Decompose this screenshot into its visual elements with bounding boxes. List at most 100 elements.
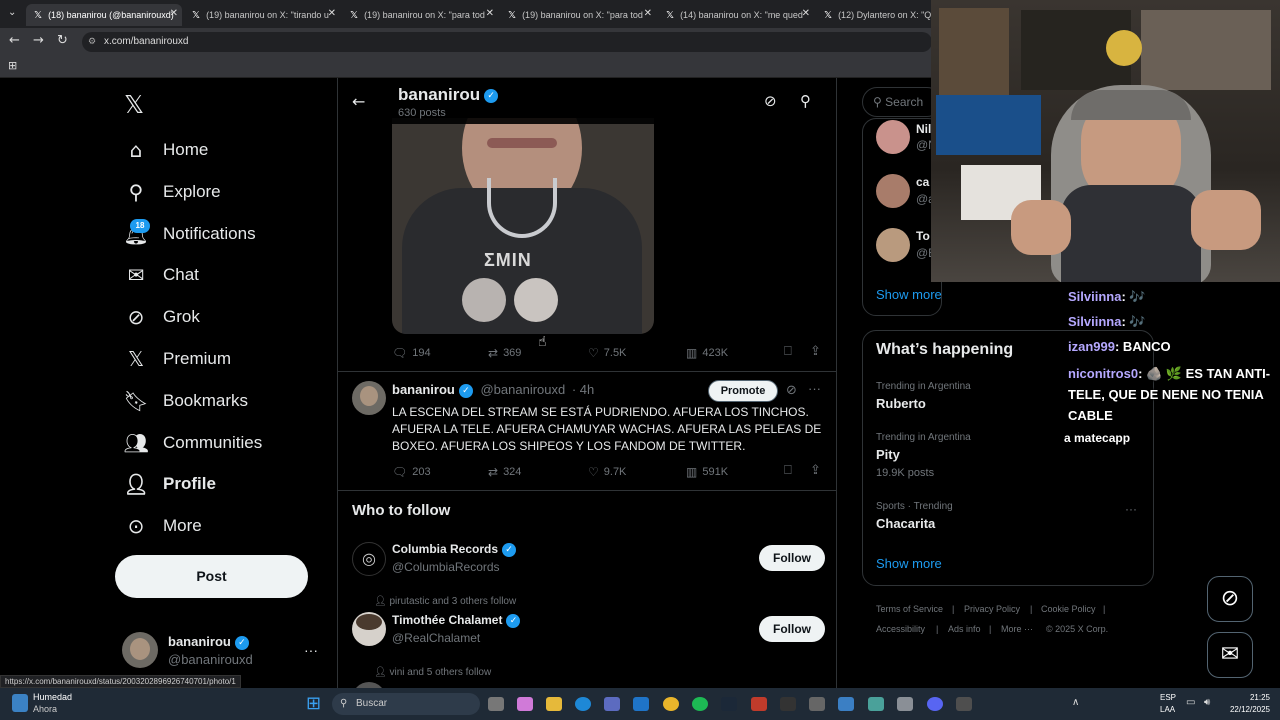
outlook-icon[interactable] (633, 697, 649, 711)
avatar[interactable] (876, 228, 910, 262)
trend-name[interactable]: Chacarita (876, 516, 935, 531)
views-button[interactable]: ▥ 423K (686, 346, 728, 360)
tweet-author-handle[interactable]: @bananirouxd (480, 382, 565, 397)
weather-icon[interactable] (12, 694, 28, 712)
reply-button[interactable]: 🗨︎ 194 (392, 346, 431, 360)
avatar[interactable] (352, 381, 386, 415)
site-info-icon[interactable]: ⚙ (88, 32, 96, 52)
sidebar-item-communities[interactable]: 👥︎ Communities (123, 425, 262, 461)
share-icon[interactable]: ⇪ (810, 463, 821, 478)
app-icon[interactable] (838, 697, 854, 711)
privacy-link[interactable]: Privacy Policy (964, 604, 1020, 614)
weather-label[interactable]: Humedad (33, 692, 72, 702)
close-icon[interactable]: ✕ (802, 8, 810, 19)
x-logo-icon[interactable]: 𝕏 (124, 90, 152, 119)
suggestion-name[interactable]: ca (916, 175, 929, 189)
network-icon[interactable]: ▭ (1186, 697, 1195, 708)
trend-name[interactable]: Pity (876, 447, 900, 462)
show-more-link[interactable]: Show more (876, 556, 942, 571)
tab[interactable]: 𝕏 (14) bananirou on X: "me qued ✕ (658, 4, 814, 26)
grok-icon[interactable]: ⊘ (764, 92, 777, 110)
volume-icon[interactable]: 🔊︎ (1204, 697, 1210, 708)
account-name-row[interactable]: bananirou ✓ (168, 634, 249, 650)
app-icon[interactable] (809, 697, 825, 711)
taskbar-search[interactable]: ⚲ Buscar (332, 693, 480, 715)
sidebar-item-chat[interactable]: ✉ Chat (124, 257, 199, 293)
sidebar-item-grok[interactable]: ⊘ Grok (124, 299, 200, 335)
columbia-avatar[interactable]: ◎ (352, 542, 386, 576)
accessibility-link[interactable]: Accessibility (876, 624, 925, 634)
task-view-icon[interactable] (488, 697, 504, 711)
sidebar-item-bookmarks[interactable]: 🔖︎ Bookmarks (123, 383, 248, 419)
tweet-time[interactable]: · 4h (572, 382, 594, 397)
back-arrow-icon[interactable]: ← (352, 92, 365, 111)
app-icon[interactable] (780, 697, 796, 711)
windows-start-icon[interactable]: ⊞ (306, 694, 326, 714)
more-link[interactable]: More ··· (1001, 624, 1033, 634)
app-icon[interactable] (956, 697, 972, 711)
bookmark-icon[interactable]: ⎕ (784, 344, 792, 359)
close-icon[interactable]: ✕ (328, 8, 336, 19)
show-more-link[interactable]: Show more (876, 287, 942, 302)
settings-icon[interactable] (897, 697, 913, 711)
copilot-icon[interactable] (517, 697, 533, 711)
spotify-icon[interactable] (692, 697, 708, 711)
tab[interactable]: 𝕏 (19) bananirou on X: "para tod ✕ (342, 4, 498, 26)
bookmark-icon[interactable]: ⎕ (784, 463, 792, 478)
sidebar-item-more[interactable]: ⊙ More (124, 508, 202, 544)
app-icon[interactable] (751, 697, 767, 711)
clock-time[interactable]: 21:25 (1226, 693, 1270, 702)
trend-name[interactable]: Ruberto (876, 396, 926, 411)
avatar[interactable] (876, 174, 910, 208)
tab[interactable]: 𝕏 (19) bananirou on X: "para tod ✕ (500, 4, 656, 26)
tray-chevron-icon[interactable]: ∧ (1072, 697, 1079, 708)
close-icon[interactable]: ✕ (170, 8, 178, 19)
sidebar-item-premium[interactable]: 𝕏 Premium (124, 341, 231, 377)
trend-more-icon[interactable]: ··· (1125, 502, 1137, 516)
suggestion-name[interactable]: Nil (916, 122, 931, 136)
terms-link[interactable]: Terms of Service (876, 604, 943, 614)
grok-float-button[interactable]: ⊘ (1207, 576, 1253, 622)
account-more-icon[interactable]: ··· (304, 642, 318, 658)
app-icon[interactable] (868, 697, 884, 711)
like-button[interactable]: ♡ 9.7K (588, 465, 626, 479)
sidebar-item-explore[interactable]: ⚲ Explore (124, 174, 221, 210)
tab[interactable]: 𝕏 (12) Dylantero on X: "Que (816, 4, 931, 26)
messages-float-button[interactable]: ✉ (1207, 632, 1253, 678)
tweet-author-name[interactable]: bananirou (392, 382, 455, 397)
ads-info-link[interactable]: Ads info (948, 624, 981, 634)
avatar[interactable] (876, 120, 910, 154)
search-input[interactable]: ⚲ Search (862, 87, 942, 117)
post-button[interactable]: Post (115, 555, 308, 598)
forward-icon[interactable]: → (33, 33, 44, 48)
share-icon[interactable]: ⇪ (810, 344, 821, 359)
close-icon[interactable]: ✕ (644, 8, 652, 19)
promote-button[interactable]: Promote (708, 380, 778, 402)
follow-suggestion-name-row[interactable]: Columbia Records ✓ (392, 542, 517, 557)
store-icon[interactable] (604, 697, 620, 711)
more-icon[interactable]: ··· (808, 381, 821, 396)
avatar[interactable] (122, 632, 158, 668)
follow-suggestion-name-row[interactable]: Timothée Chalamet ✓ (392, 613, 521, 628)
apps-grid-icon[interactable]: ⊞ (8, 59, 17, 72)
steam-icon[interactable] (721, 697, 737, 711)
file-explorer-icon[interactable] (546, 697, 562, 711)
follow-button[interactable]: Follow (759, 545, 825, 571)
edge-icon[interactable] (575, 697, 591, 711)
chalamet-avatar[interactable] (352, 612, 386, 646)
reply-button[interactable]: 🗨︎ 203 (392, 465, 431, 479)
back-icon[interactable]: ← (9, 33, 20, 48)
tab-active[interactable]: 𝕏 (18) bananirou (@bananirouxd) ✕ (26, 4, 182, 26)
views-button[interactable]: ▥ 591K (686, 465, 728, 479)
close-icon[interactable]: ✕ (486, 8, 494, 19)
like-button[interactable]: ♡ 7.5K (588, 346, 626, 360)
address-bar[interactable]: ⚙ x.com/bananirouxd (82, 32, 932, 52)
cookie-link[interactable]: Cookie Policy (1041, 604, 1096, 614)
sidebar-item-home[interactable]: ⌂ Home (124, 132, 209, 168)
language-indicator[interactable]: ESP (1160, 693, 1176, 702)
grok-icon[interactable]: ⊘ (786, 383, 797, 398)
tab[interactable]: 𝕏 (19) bananirou on X: "tirando u ✕ (184, 4, 340, 26)
suggestion-name[interactable]: To (916, 229, 930, 243)
search-icon[interactable]: ⚲ (800, 92, 811, 110)
reload-icon[interactable]: ↻ (57, 33, 68, 48)
